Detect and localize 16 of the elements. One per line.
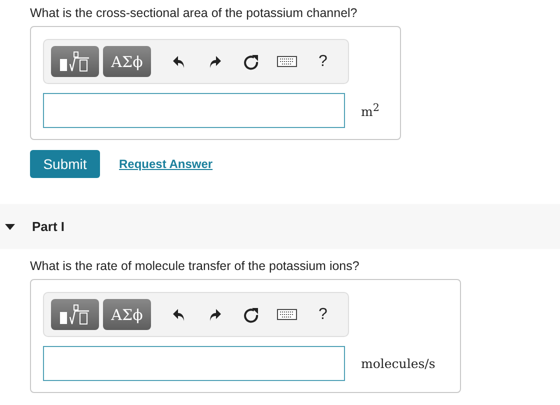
templates-button[interactable]: [51, 299, 99, 330]
help-button[interactable]: ?: [305, 46, 341, 76]
templates-button[interactable]: [51, 46, 99, 77]
question-text: What is the cross-sectional area of the potassium channel?: [30, 6, 358, 22]
unit-label: m$^{2}$: [361, 102, 380, 120]
part-title: Part I: [32, 219, 65, 234]
answer-field[interactable]: [43, 93, 345, 128]
greek-symbols-button[interactable]: ΑΣϕ: [103, 299, 151, 330]
part-header[interactable]: Part I: [0, 204, 560, 249]
unit-label: molecules/s: [361, 356, 436, 371]
question-text: What is the rate of molecule transfer of the potassium ions?: [30, 259, 360, 275]
greek-symbols-button[interactable]: ΑΣϕ: [103, 46, 151, 77]
help-button[interactable]: ?: [305, 300, 341, 330]
request-answer-link[interactable]: Request Answer: [119, 157, 213, 171]
submit-button[interactable]: Submit: [30, 150, 100, 178]
answer-field[interactable]: [43, 346, 345, 381]
